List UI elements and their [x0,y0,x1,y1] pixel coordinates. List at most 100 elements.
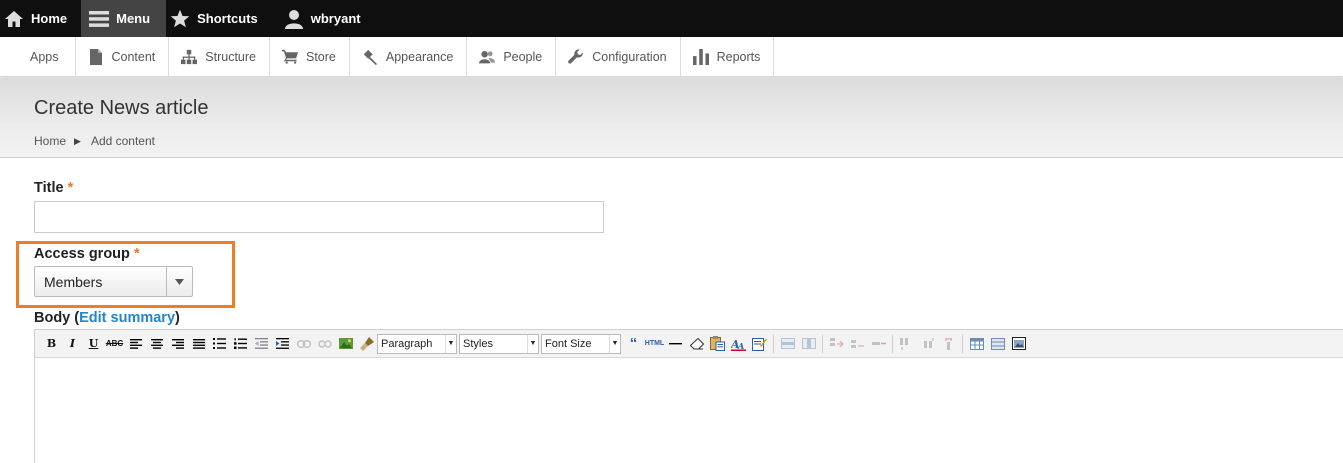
insert-column-button[interactable] [798,334,819,354]
tray-item-content[interactable]: Content [76,37,170,76]
body-label: Body (Edit summary) [34,310,180,326]
col-after-button[interactable] [917,334,938,354]
bold-button[interactable]: B [41,334,62,354]
tray-item-apps[interactable]: Apps [0,37,76,76]
table-row-icon [780,338,795,349]
admin-toolbar: Home Menu Shortcuts wbryant [0,0,1343,37]
image-button[interactable] [335,334,356,354]
bar-chart-icon [692,48,709,65]
user-icon [284,9,304,29]
italic-button[interactable]: I [62,334,83,354]
page-title: Create News article [34,97,209,119]
wrench-icon [568,48,584,65]
edit-summary-link[interactable]: Edit summary [79,310,175,326]
link-button[interactable] [293,334,314,354]
access-group-value: Members [44,273,103,290]
tray-item-structure[interactable]: Structure [169,37,270,76]
indent-icon [276,338,289,349]
tray-item-label: Reports [716,49,761,64]
admin-tray: Apps Content Structure Store Appearance … [0,37,1343,77]
blockquote-button[interactable]: “ [623,334,644,354]
col-before-button[interactable] [896,334,917,354]
horizontal-rule-button[interactable] [665,334,686,354]
bullet-list-button[interactable] [209,334,230,354]
toolbar-separator [822,334,823,353]
numbered-list-icon [234,338,247,349]
access-group-select[interactable]: Members [34,266,193,297]
brush-icon [359,336,374,351]
unlink-button[interactable] [314,334,335,354]
toolbar-shortcuts[interactable]: Shortcuts [166,0,270,37]
fullscreen-button[interactable] [1008,334,1029,354]
text-color-button[interactable]: AA [728,334,749,354]
unlink-icon [317,339,332,348]
col-before-icon [899,337,908,350]
tray-item-label: Appearance [385,49,454,64]
editor-content-area[interactable] [35,358,1343,463]
justify-button[interactable] [188,334,209,354]
font-size-select[interactable]: Font Size ▼ [541,333,621,354]
brush-icon [362,49,378,65]
numbered-list-button[interactable] [230,334,251,354]
tray-item-store[interactable]: Store [270,37,350,76]
menu-icon [89,9,110,29]
row-before-button[interactable] [826,334,847,354]
tray-item-appearance[interactable]: Appearance [350,37,468,76]
tray-item-configuration[interactable]: Configuration [556,37,681,76]
quote-icon: “ [629,335,638,352]
page-header: Create News article Home ▶ Add content [0,78,1343,158]
breadcrumb-home[interactable]: Home [34,134,66,148]
edit-icon [752,337,767,351]
toolbar-home[interactable]: Home [0,0,79,37]
toolbar-menu[interactable]: Menu [81,0,167,37]
insert-table-button[interactable] [966,334,987,354]
eraser-button[interactable] [686,334,707,354]
format-select[interactable]: Paragraph ▼ [377,333,457,354]
link-icon [296,339,311,348]
align-center-button[interactable] [146,334,167,354]
delete-row-button[interactable] [868,334,889,354]
align-center-icon [150,338,163,349]
star-icon [170,9,190,29]
image-icon [338,338,353,349]
row-after-button[interactable] [847,334,868,354]
clean-format-button[interactable] [356,334,377,354]
strikethrough-button[interactable]: ABC [104,334,125,354]
toolbar-shortcuts-label: Shortcuts [197,11,258,26]
font-size-select-value: Font Size [545,337,592,350]
fullscreen-icon [1011,337,1026,350]
tray-item-reports[interactable]: Reports [681,37,775,76]
delete-col-button[interactable] [938,334,959,354]
html-source-button[interactable]: HTML [644,334,665,354]
tray-item-people[interactable]: People [467,37,557,76]
edit-styles-button[interactable] [749,334,770,354]
required-marker: * [67,180,74,196]
chevron-down-icon: ▼ [527,334,538,353]
tray-item-label: Structure [205,49,256,64]
toolbar-separator [892,334,893,353]
underline-button[interactable]: U [83,334,104,354]
indent-button[interactable] [272,334,293,354]
table-icon [969,337,984,350]
tray-item-label: People [503,49,543,64]
toolbar-user[interactable]: wbryant [270,0,373,37]
insert-row-button[interactable] [777,334,798,354]
cart-icon [282,49,298,65]
required-marker: * [133,246,140,262]
tray-item-label: Store [306,49,336,64]
chevron-down-icon: ▼ [609,334,620,353]
align-right-button[interactable] [167,334,188,354]
tray-item-label: Apps [30,49,59,64]
file-icon [88,48,104,65]
styles-select[interactable]: Styles ▼ [459,333,539,354]
align-left-button[interactable] [125,334,146,354]
breadcrumb-add-content[interactable]: Add content [91,134,155,148]
paste-word-button[interactable] [707,334,728,354]
outdent-button[interactable] [251,334,272,354]
title-input[interactable] [34,201,604,233]
table-props-button[interactable] [987,334,1008,354]
styles-select-value: Styles [463,337,493,350]
bullet-list-icon [213,338,226,349]
toolbar-separator [962,334,963,353]
align-left-icon [129,338,142,349]
